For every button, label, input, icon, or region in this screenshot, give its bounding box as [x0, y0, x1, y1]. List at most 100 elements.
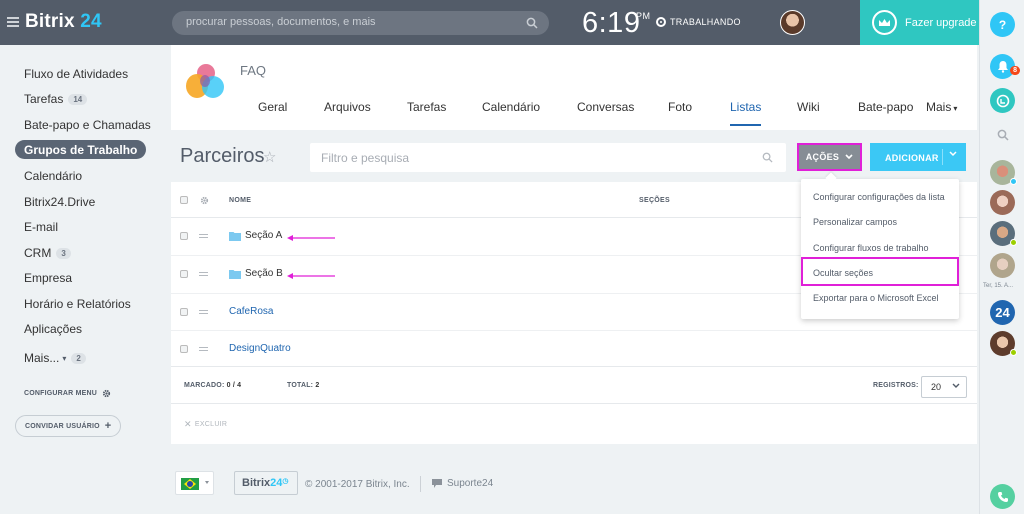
support-link[interactable]: Suporte24 [432, 478, 493, 489]
row-name[interactable]: Seção B [229, 268, 283, 279]
select-all-checkbox[interactable] [180, 196, 188, 204]
chevron-down-icon[interactable] [949, 151, 957, 157]
star-icon[interactable]: ☆ [263, 148, 276, 166]
tab-conversas[interactable]: Conversas [577, 100, 634, 125]
tab-calendario[interactable]: Calendário [482, 100, 540, 125]
help-icon: ? [998, 17, 1007, 32]
row-checkbox[interactable] [180, 270, 188, 278]
tab-foto[interactable]: Foto [668, 100, 692, 125]
invite-user-button[interactable]: CONVIDAR USUÁRIO + [15, 415, 122, 437]
row-name-link[interactable]: DesignQuatro [229, 343, 291, 354]
sidebar-item-label: Aplicações [24, 322, 83, 336]
sidebar-item-applications[interactable]: Aplicações [24, 322, 82, 336]
actions-button[interactable]: AÇÕES [797, 143, 862, 171]
tab-listas[interactable]: Listas [730, 100, 762, 126]
sidebar-item-company[interactable]: Empresa [24, 271, 72, 285]
chat-button[interactable] [990, 88, 1015, 113]
sidebar-item-chat-calls[interactable]: Bate-papo e Chamadas [24, 118, 151, 132]
sidebar-item-time-reports[interactable]: Horário e Relatórios [24, 297, 131, 311]
logo[interactable]: Bitrix 24 [7, 11, 102, 33]
contact-avatar[interactable] [990, 190, 1015, 215]
chevron-down-icon [845, 154, 853, 160]
plus-icon: + [104, 420, 112, 432]
sidebar-item-drive[interactable]: Bitrix24.Drive [24, 195, 95, 209]
clock-time: 6:19 [582, 7, 641, 39]
actions-menu: Configurar configurações da lista Person… [801, 179, 959, 319]
total-label: TOTAL: [287, 382, 314, 389]
column-header-name[interactable]: NOME [229, 197, 251, 204]
sidebar-item-calendar[interactable]: Calendário [24, 169, 82, 183]
support-label: Suporte24 [447, 478, 494, 489]
notifications-button[interactable]: 8 [990, 54, 1020, 79]
upgrade-button[interactable]: Fazer upgrade [860, 0, 979, 45]
filter-search[interactable] [310, 143, 786, 172]
sidebar-item-more[interactable]: Mais... ▾ 2 [24, 351, 86, 365]
table-row[interactable]: DesignQuatro [171, 331, 977, 366]
search-icon[interactable] [762, 152, 773, 163]
menu-item-customize-fields[interactable]: Personalizar campos [813, 217, 897, 227]
sidebar-item-label: Horário e Relatórios [24, 297, 131, 311]
gear-icon[interactable] [200, 196, 209, 205]
menu-item-export-excel[interactable]: Exportar para o Microsoft Excel [813, 293, 939, 303]
contact-avatar[interactable] [990, 221, 1017, 246]
menu-item-configure-list[interactable]: Configurar configurações da lista [813, 192, 945, 202]
drag-handle-icon[interactable] [199, 272, 208, 276]
sidebar-item-label: Bate-papo e Chamadas [24, 118, 151, 132]
add-button[interactable]: ADICIONAR [870, 143, 966, 171]
tab-mais[interactable]: Mais ▾ [926, 100, 957, 125]
contact-avatar[interactable] [990, 160, 1017, 185]
filter-search-input[interactable] [321, 151, 721, 165]
help-button[interactable]: ? [990, 12, 1015, 37]
contact-avatar[interactable] [990, 331, 1017, 356]
clock[interactable]: 6:19 PM [582, 7, 650, 40]
search-icon[interactable] [526, 17, 538, 29]
tab-geral[interactable]: Geral [258, 100, 287, 125]
logo-number: 24 [80, 11, 102, 32]
footer-divider [420, 476, 421, 492]
configure-menu-button[interactable]: CONFIGURAR MENU [24, 389, 111, 398]
row-name[interactable]: Seção A [229, 230, 282, 241]
work-status[interactable]: TRABALHANDO [656, 17, 741, 27]
sidebar-item-workgroups[interactable]: Grupos de Trabalho [15, 140, 147, 159]
drag-handle-icon[interactable] [199, 234, 208, 238]
phone-icon [997, 491, 1008, 502]
drag-handle-icon[interactable] [199, 347, 208, 351]
chat-bubble-icon [432, 479, 442, 488]
chevron-down-icon [205, 481, 209, 484]
tab-wiki[interactable]: Wiki [797, 100, 820, 125]
total-value: 2 [315, 382, 320, 389]
row-name-link[interactable]: CafeRosa [229, 306, 273, 317]
sidebar-item-tasks[interactable]: Tarefas 14 [24, 92, 88, 106]
sidebar-item-activity-stream[interactable]: Fluxo de Atividades [24, 67, 128, 81]
group-name[interactable]: FAQ [240, 63, 266, 78]
bell-icon [997, 61, 1008, 73]
language-selector[interactable] [175, 471, 214, 495]
bitrix24-button[interactable]: 24 [990, 300, 1015, 325]
right-bar: ? 8 Ter, 15. A... 24 [979, 0, 1024, 514]
delete-button[interactable]: ✕ EXCLUIR [184, 419, 227, 430]
row-checkbox[interactable] [180, 345, 188, 353]
tab-tarefas[interactable]: Tarefas [407, 100, 446, 125]
global-search-input[interactable] [186, 16, 506, 28]
sidebar-item-crm[interactable]: CRM 3 [24, 246, 71, 260]
drag-handle-icon[interactable] [199, 310, 208, 314]
sidebar-item-label: Bitrix24.Drive [24, 195, 96, 209]
menu-item-workflows[interactable]: Configurar fluxos de trabalho [813, 243, 929, 253]
row-checkbox[interactable] [180, 308, 188, 316]
tab-bate-papo[interactable]: Bate-papo [858, 100, 913, 125]
row-checkbox[interactable] [180, 232, 188, 240]
search-contacts-button[interactable] [990, 122, 1015, 147]
bitrix24-badge[interactable]: Bitrix24◷ [234, 471, 298, 495]
contact-avatar[interactable] [990, 253, 1015, 278]
user-avatar[interactable] [780, 10, 805, 35]
phone-button[interactable] [990, 484, 1015, 509]
column-header-sections[interactable]: SEÇÕES [639, 197, 670, 204]
records-per-page-select[interactable]: 20 [921, 376, 967, 398]
copyright-text: © 2001-2017 Bitrix, Inc. [305, 479, 410, 490]
tab-arquivos[interactable]: Arquivos [324, 100, 371, 125]
menu-icon[interactable] [7, 15, 19, 29]
menu-item-hide-sections[interactable]: Ocultar seções [813, 268, 873, 278]
global-search[interactable] [172, 11, 549, 35]
sidebar-item-email[interactable]: E-mail [24, 220, 58, 234]
tab-mais-label: Mais [926, 100, 952, 114]
